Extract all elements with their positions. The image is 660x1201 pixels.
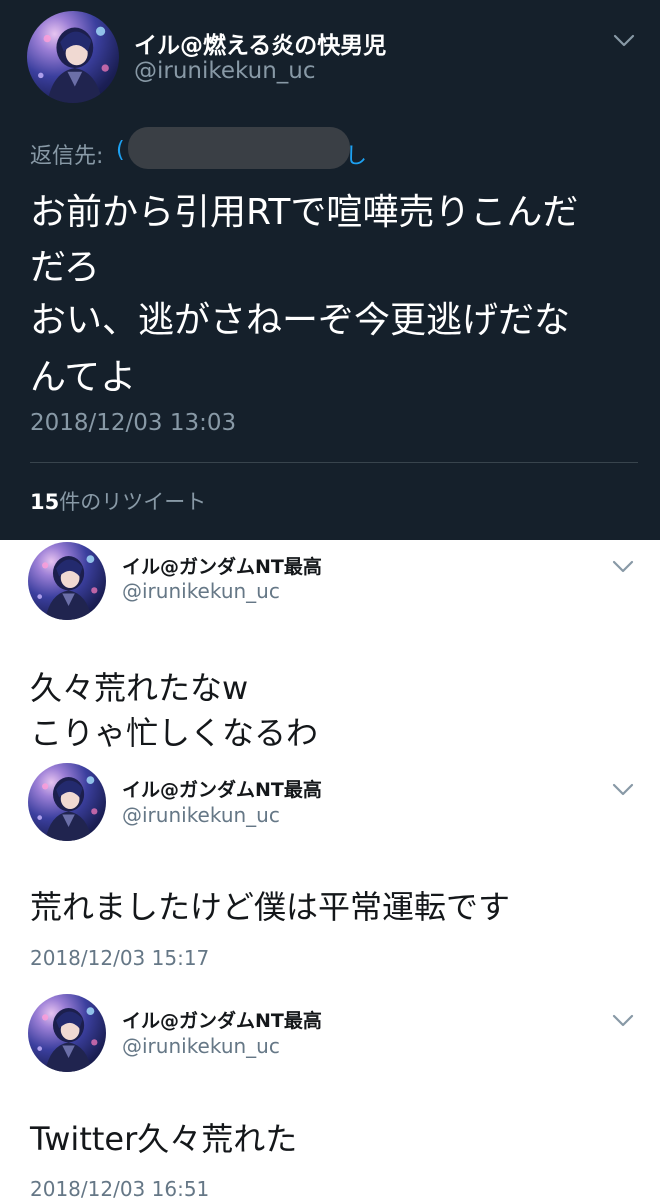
tweet-text-line: だろ — [30, 247, 100, 288]
display-name[interactable]: イル@燃える炎の快男児 — [134, 26, 386, 60]
display-name[interactable]: イル@ガンダムNT最高 — [122, 775, 322, 802]
user-handle[interactable]: @irunikekun_uc — [122, 579, 280, 603]
tweet-text-line: 久々荒れたなw — [30, 669, 249, 707]
user-handle[interactable]: @irunikekun_uc — [134, 58, 316, 84]
chevron-down-icon[interactable] — [612, 560, 634, 574]
reply-to-link-end[interactable]: し — [345, 138, 367, 170]
tweet-text-line: お前から引用RTで喧嘩売りこんだ — [30, 192, 579, 233]
reply-to-link-start[interactable]: ( — [116, 138, 125, 163]
tweet-text-line: おい、逃がさねーぞ今更逃げだな — [30, 300, 571, 341]
reply-to-label: 返信先: — [30, 144, 104, 169]
redacted-username — [128, 127, 350, 169]
tweet-text-line: こりゃ忙しくなるわ — [30, 714, 319, 752]
chevron-down-icon[interactable] — [613, 34, 635, 48]
chevron-down-icon[interactable] — [612, 1014, 634, 1028]
user-avatar[interactable] — [28, 542, 106, 620]
display-name[interactable]: イル@ガンダムNT最高 — [122, 552, 322, 579]
retweet-count: 15 — [30, 490, 60, 514]
tweet-text-line: Twitter久々荒れた — [30, 1120, 298, 1158]
tweet-timestamp[interactable]: 2018/12/03 13:03 — [30, 410, 236, 436]
tweet-text-line: 荒れましたけど僕は平常運転です — [30, 888, 511, 926]
user-avatar[interactable] — [27, 11, 119, 103]
tweet-timestamp[interactable]: 2018/12/03 15:17 — [30, 946, 209, 970]
tweet-timestamp[interactable]: 2018/12/03 16:51 — [30, 1177, 209, 1201]
user-handle[interactable]: @irunikekun_uc — [122, 803, 280, 827]
user-avatar[interactable] — [28, 994, 106, 1072]
user-handle[interactable]: @irunikekun_uc — [122, 1034, 280, 1058]
retweet-count-label: 件のリツイート — [59, 490, 207, 514]
dark-tweet-card[interactable]: イル@燃える炎の快男児 @irunikekun_uc 返信先: ( し お前から… — [0, 0, 660, 540]
tweet-text-line: んてよ — [30, 357, 137, 398]
retweet-count-link[interactable]: 15件のリツイート — [30, 486, 206, 516]
user-avatar[interactable] — [28, 763, 106, 841]
display-name[interactable]: イル@ガンダムNT最高 — [122, 1006, 322, 1033]
chevron-down-icon[interactable] — [612, 783, 634, 797]
divider — [30, 462, 638, 463]
